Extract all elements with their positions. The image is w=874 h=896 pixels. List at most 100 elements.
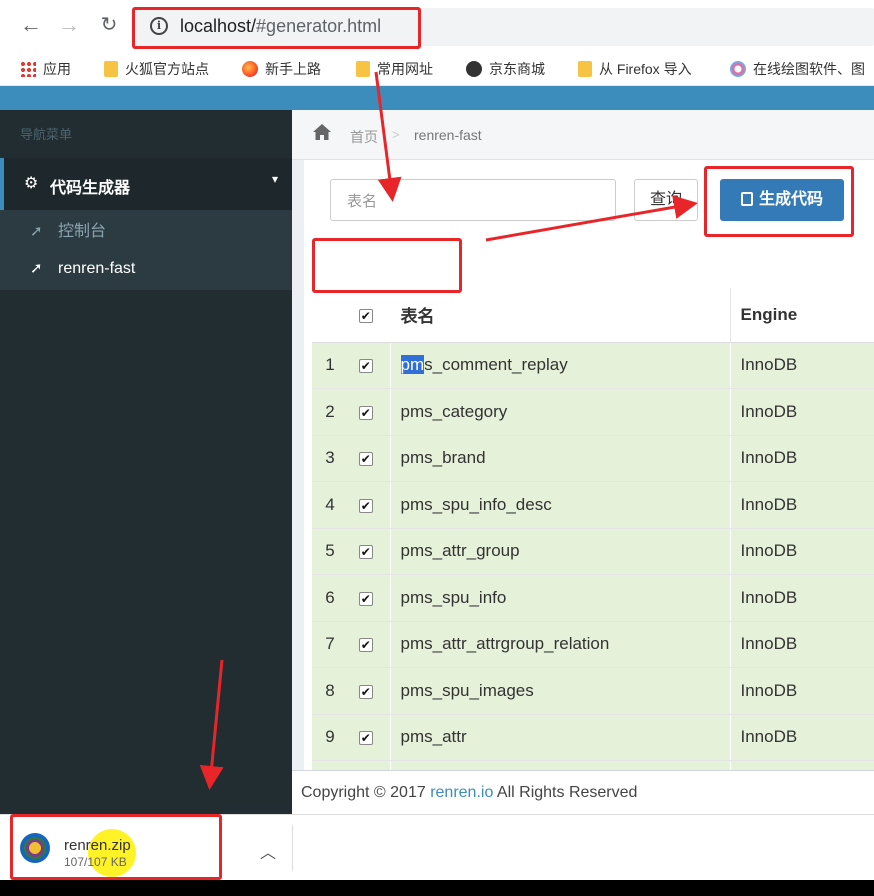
row-checkbox-cell: ✔	[342, 388, 391, 436]
table-name-cell: pms_attr_attrgroup_relation	[390, 621, 731, 668]
bookmark-common-sites[interactable]: 常用网址	[356, 58, 433, 80]
bookmark-drawing[interactable]: 在线绘图软件、图	[730, 58, 865, 80]
row-number-header	[312, 288, 342, 343]
engine-cell: InnoDB	[730, 574, 874, 622]
table-name-cell: pms_spu_info_desc	[390, 481, 731, 529]
table-row[interactable]: 4 ✔ pms_spu_info_desc InnoDB	[312, 481, 874, 529]
bookmark-firefox-import[interactable]: 从 Firefox 导入	[578, 58, 692, 80]
bookmark-label: 京东商城	[489, 61, 545, 77]
sidebar: 导航菜单 ⚙ 代码生成器 ▾ ➚ 控制台 ➚ renren-fast	[0, 110, 292, 814]
row-checkbox-cell: ✔	[342, 667, 391, 715]
breadcrumb: 首页 > renren-fast	[292, 110, 874, 160]
row-number: 3	[312, 435, 342, 482]
chevron-down-icon: ▾	[271, 172, 278, 186]
sidebar-item-label: 代码生成器	[50, 180, 131, 197]
bookmark-label: 常用网址	[377, 61, 433, 77]
download-filename: renren.zip	[64, 837, 131, 854]
row-checkbox[interactable]: ✔	[358, 545, 373, 560]
drawing-icon	[730, 61, 746, 77]
select-all-cell: ✔	[342, 288, 391, 343]
reload-icon[interactable]: ↻	[96, 12, 122, 38]
breadcrumb-home[interactable]: 首页	[350, 127, 378, 147]
sidebar-item-code-generator[interactable]: ⚙ 代码生成器 ▾	[0, 158, 292, 210]
row-checkbox[interactable]: ✔	[358, 731, 373, 746]
rocket-icon: ➚	[30, 223, 43, 240]
engine-cell: InnoDB	[730, 528, 874, 575]
row-number: 6	[312, 574, 342, 622]
table-header-row: ✔ 表名 Engine	[312, 288, 874, 343]
table-row[interactable]: 7 ✔ pms_attr_attrgroup_relation InnoDB	[312, 621, 874, 668]
table-row[interactable]: 8 ✔ pms_spu_images InnoDB	[312, 667, 874, 715]
folder-icon	[104, 61, 118, 77]
bookmark-jd[interactable]: 京东商城	[466, 58, 545, 80]
download-size: 107/107 KB	[64, 855, 127, 869]
row-checkbox-cell: ✔	[342, 342, 391, 389]
table-row[interactable]: 1 ✔ pms_comment_replay InnoDB	[312, 342, 874, 389]
engine-cell: InnoDB	[730, 481, 874, 529]
forward-arrow-icon[interactable]: →	[56, 12, 82, 38]
row-checkbox-cell: ✔	[342, 528, 391, 575]
divider	[292, 825, 293, 871]
address-bar[interactable]: i localhost/#generator.html	[134, 8, 874, 46]
table-row[interactable]: 2 ✔ pms_category InnoDB	[312, 388, 874, 436]
archive-icon	[20, 833, 50, 863]
browser-toolbar: ← → ↻ i localhost/#generator.html	[0, 0, 874, 52]
chevron-up-icon[interactable]: ︿	[260, 839, 276, 863]
footer-copyright: Copyright © 2017	[301, 784, 431, 801]
sidebar-item-console[interactable]: ➚ 控制台	[30, 220, 106, 244]
row-checkbox-cell: ✔	[342, 574, 391, 622]
table-name-input[interactable]: 表名	[330, 179, 616, 221]
back-arrow-icon[interactable]: ←	[18, 12, 44, 38]
url-text[interactable]: localhost/#generator.html	[180, 16, 381, 37]
content-panel: 表名 查询 生成代码 ✔ 表名 Engine 1 ✔ pms_comment_r…	[304, 160, 874, 808]
row-checkbox[interactable]: ✔	[358, 359, 373, 374]
app-header	[0, 86, 874, 110]
row-checkbox[interactable]: ✔	[358, 452, 373, 467]
select-all-checkbox[interactable]: ✔	[358, 308, 373, 323]
info-icon[interactable]: i	[150, 17, 168, 35]
bookmark-getting-started[interactable]: 新手上路	[242, 58, 321, 80]
table-name-cell: pms_brand	[390, 435, 731, 482]
apps-grid-icon	[20, 61, 36, 77]
table-row[interactable]: 9 ✔ pms_attr InnoDB	[312, 714, 874, 761]
bookmark-apps[interactable]: 应用	[20, 58, 71, 80]
table-row[interactable]: 6 ✔ pms_spu_info InnoDB	[312, 574, 874, 622]
engine-cell: InnoDB	[730, 388, 874, 436]
row-number: 4	[312, 481, 342, 529]
generate-code-button[interactable]: 生成代码	[720, 179, 844, 221]
download-item[interactable]: renren.zip 107/107 KB ︿	[8, 819, 278, 877]
selected-text-highlight: pm	[400, 355, 425, 375]
home-icon[interactable]	[312, 123, 332, 141]
row-checkbox[interactable]: ✔	[358, 591, 373, 606]
bookmark-label: 火狐官方站点	[125, 61, 209, 77]
footer-rights: All Rights Reserved	[493, 784, 638, 801]
bookmark-label: 从 Firefox 导入	[599, 61, 692, 77]
row-checkbox[interactable]: ✔	[358, 405, 373, 420]
column-header-name[interactable]: 表名	[390, 288, 731, 343]
row-checkbox[interactable]: ✔	[358, 684, 373, 699]
url-host: localhost/	[180, 16, 257, 36]
taskbar	[0, 880, 874, 896]
breadcrumb-current: renren-fast	[414, 127, 482, 143]
breadcrumb-separator: >	[392, 127, 400, 142]
footer-link[interactable]: renren.io	[430, 784, 493, 801]
table-row[interactable]: 5 ✔ pms_attr_group InnoDB	[312, 528, 874, 575]
table-row[interactable]: 3 ✔ pms_brand InnoDB	[312, 435, 874, 482]
sidebar-submenu: ➚ 控制台 ➚ renren-fast	[0, 210, 292, 290]
engine-cell: InnoDB	[730, 714, 874, 761]
sidebar-item-renren-fast[interactable]: ➚ renren-fast	[30, 257, 135, 281]
row-checkbox[interactable]: ✔	[358, 638, 373, 653]
table-name-cell: pms_attr_group	[390, 528, 731, 575]
bookmarks-bar: 应用 火狐官方站点 新手上路 常用网址 京东商城 从 Firefox 导入 在线…	[0, 52, 874, 86]
table-name-rest: s_comment_replay	[424, 355, 568, 375]
row-checkbox-cell: ✔	[342, 714, 391, 761]
table-name-cell: pms_spu_images	[390, 667, 731, 715]
column-header-engine[interactable]: Engine	[730, 288, 874, 343]
table-name-cell: pms_category	[390, 388, 731, 436]
query-button[interactable]: 查询	[634, 179, 698, 221]
row-checkbox[interactable]: ✔	[358, 498, 373, 513]
row-checkbox-cell: ✔	[342, 621, 391, 668]
gear-icon: ⚙	[24, 175, 39, 192]
bookmark-firefox-site[interactable]: 火狐官方站点	[104, 58, 209, 80]
sidebar-item-label: 控制台	[58, 223, 107, 240]
